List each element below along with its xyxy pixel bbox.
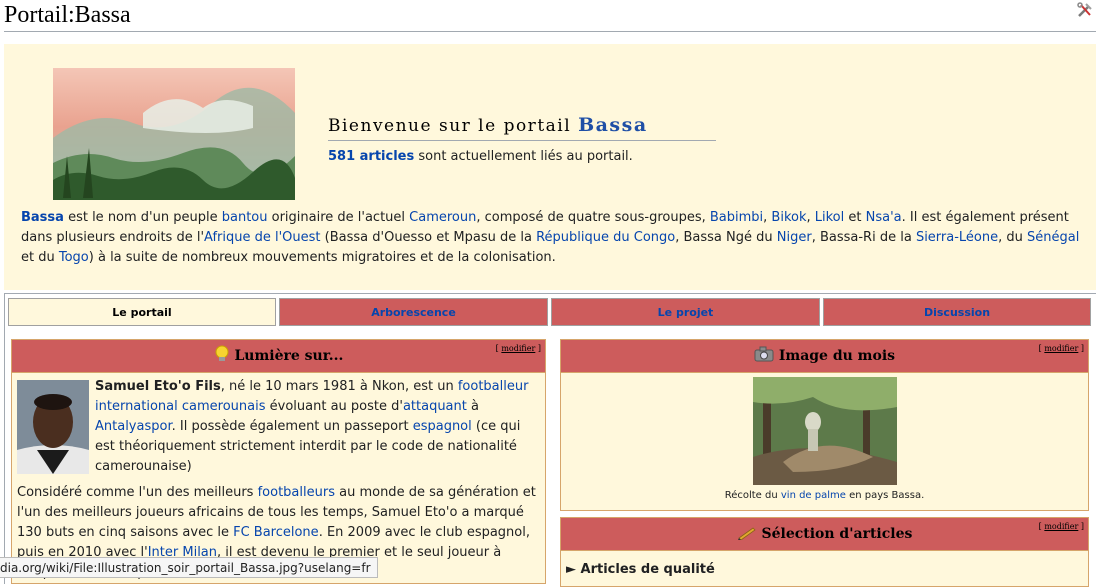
inline-text: et [844,210,866,225]
inline-text: , Bassa-Ri de la [811,230,916,245]
lumiere-modifier-link[interactable]: [ modifier ] [496,344,541,354]
inline-text: Samuel Eto'o Fils [95,379,221,394]
lumiere-sur-header: Lumière sur... [ modifier ] [12,340,545,373]
portal-intro: Bienvenue sur le portail Bassa 581 artic… [4,44,1096,290]
inline-link[interactable]: attaquant [403,399,467,414]
welcome-heading: Bienvenue sur le portail Bassa [328,114,648,136]
tab-le-portail[interactable]: Le portail [8,298,276,326]
inline-link[interactable]: FC Barcelone [233,525,319,540]
welcome-prefix: Bienvenue sur le portail [328,116,572,136]
inline-link[interactable]: Togo [59,250,89,265]
portal-banner-image[interactable] [53,68,295,200]
inline-text: , du [998,230,1028,245]
inline-text: en pays Bassa. [845,490,925,501]
inline-text: à [466,399,479,414]
page-title: Portail:Bassa [4,2,131,28]
tab-le-projet[interactable]: Le projet [551,298,820,326]
lumiere-sur-box: Lumière sur... [ modifier ] Samuel Eto'o… [11,339,546,584]
article-count-text: sont actuellement liés au portail. [414,149,633,164]
image-du-mois-box: Image du mois [ modifier ] Récolte du vi… [560,339,1089,511]
tools-icon[interactable] [1076,1,1094,23]
inline-text: originaire de l'actuel [267,210,410,225]
inline-text: évoluant au poste d' [265,399,403,414]
inline-text: . Il possède également un passeport [171,419,413,434]
inline-text: , Bassa Ngé du [675,230,777,245]
inline-link[interactable]: Nsa'a [866,210,902,225]
inline-text: , [806,210,815,225]
inline-link[interactable]: Babimbi [710,210,763,225]
article-count: 581 articles sont actuellement liés au p… [328,149,633,164]
lightbulb-icon [214,345,235,364]
inline-link[interactable]: footballeurs [258,485,335,500]
welcome-portal-link[interactable]: Bassa [578,114,648,136]
tab-discussion[interactable]: Discussion [823,298,1091,326]
selection-modifier-link[interactable]: [ modifier ] [1039,522,1084,532]
inline-link[interactable]: Antalyaspor [95,419,172,434]
lumiere-sur-title: Lumière sur... [234,348,344,364]
inline-link[interactable]: espagnol [413,419,472,434]
status-bar-url: dia.org/wiki/File:Illustration_soir_port… [0,557,378,578]
inline-link[interactable]: Afrique de l'Ouest [204,230,321,245]
inline-link[interactable]: vin de palme [781,490,846,501]
inline-link[interactable]: bantou [222,210,268,225]
selection-articles-box: Sélection d'articles [ modifier ] ► Arti… [560,517,1089,587]
title-divider [4,31,1096,32]
inline-link[interactable]: République du Congo [536,230,675,245]
featured-person-photo[interactable] [17,380,89,474]
image-modifier-link[interactable]: [ modifier ] [1039,344,1084,354]
inline-text: (Bassa d'Ouesso et Mpasu de la [320,230,537,245]
camera-icon [754,346,779,364]
inline-link[interactable]: Likol [815,210,845,225]
inline-text: est le nom d'un peuple [63,210,222,225]
inline-link[interactable]: Sénégal [1027,230,1079,245]
inline-link[interactable]: Niger [777,230,812,245]
image-du-mois-photo[interactable] [753,377,897,489]
image-du-mois-header: Image du mois [ modifier ] [561,340,1088,373]
inline-text: Considéré comme l'un des meilleurs [17,485,258,500]
inline-text: , composé de quatre sous-groupes, [476,210,710,225]
inline-link[interactable]: Bikok [771,210,806,225]
inline-text: , né le 10 mars 1981 à Nkon, est un [220,379,458,394]
tab-arborescence[interactable]: Arborescence [279,298,548,326]
inline-link[interactable]: Cameroun [409,210,476,225]
welcome-divider [328,140,716,141]
selection-articles-title: Sélection d'articles [761,526,913,542]
image-du-mois-title: Image du mois [778,348,896,364]
inline-link[interactable]: Bassa [21,210,64,225]
pencil-icon [737,526,762,542]
lumiere-paragraph-1: Samuel Eto'o Fils, né le 10 mars 1981 à … [17,377,542,477]
lumiere-sur-content: Samuel Eto'o Fils, né le 10 mars 1981 à … [17,377,542,583]
inline-text: ) à la suite de nombreux mouvements migr… [88,250,556,265]
article-count-link[interactable]: 581 articles [328,149,414,164]
selection-articles-header: Sélection d'articles [ modifier ] [561,518,1088,551]
inline-link[interactable]: Sierra-Léone [916,230,998,245]
articles-de-qualite-heading: ► Articles de qualité [566,562,715,577]
inline-text: et du [21,250,59,265]
inline-text: Récolte du [724,490,781,501]
image-du-mois-caption: Récolte du vin de palme en pays Bassa. [561,490,1088,501]
portal-description: Bassa est le nom d'un peuple bantou orig… [21,208,1087,268]
